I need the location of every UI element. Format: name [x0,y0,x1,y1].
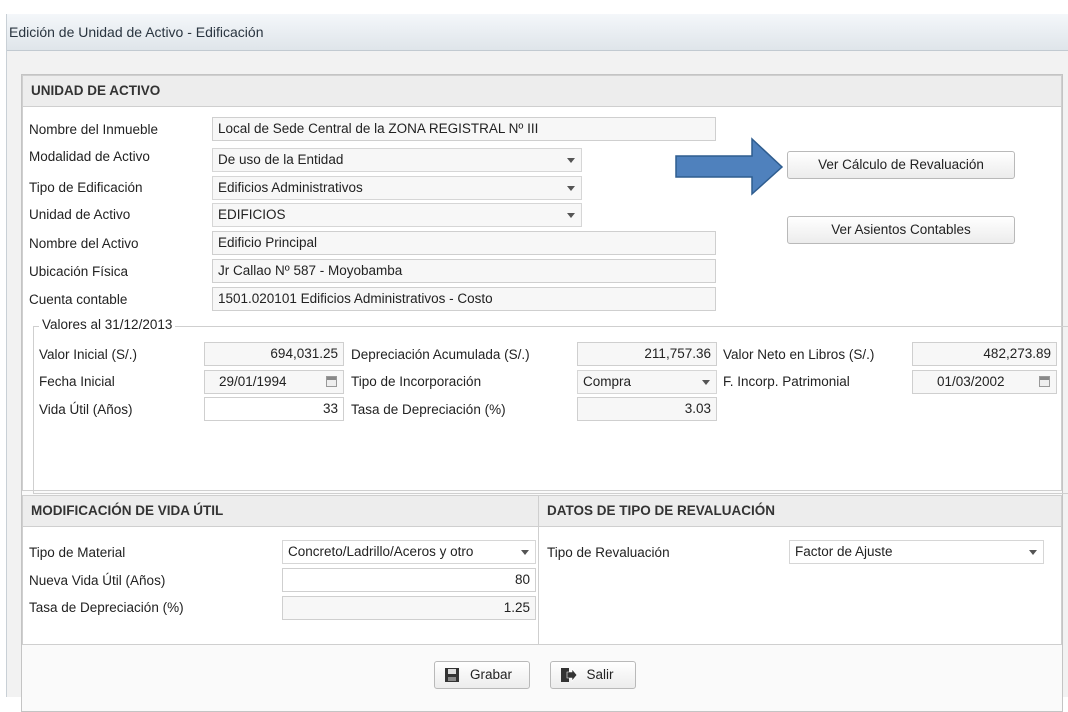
f-incorp-label: F. Incorp. Patrimonial [723,374,850,389]
unidad-activo-section: UNIDAD DE ACTIVO Nombre del Inmueble Loc… [22,75,1068,494]
chevron-down-icon [521,550,529,555]
chevron-down-icon [567,186,575,191]
modalidad-select[interactable]: De uso de la Entidad [212,148,582,172]
grabar-label: Grabar [469,667,513,682]
tipo-revaluacion-label: Tipo de Revaluación [547,545,670,560]
revaluacion-header: DATOS DE TIPO DE REVALUACIÓN [539,496,1061,527]
calendar-icon[interactable] [326,376,337,387]
calendar-icon[interactable] [1039,376,1050,387]
chevron-down-icon [1029,550,1037,555]
valor-neto-field[interactable]: 482,273.89 [912,342,1057,366]
save-icon [445,668,459,682]
arrow-shape [675,137,784,196]
unidad-activo-select[interactable]: EDIFICIOS [212,203,582,227]
cuenta-label: Cuenta contable [29,292,128,307]
tipo-revaluacion-section: DATOS DE TIPO DE REVALUACIÓN Tipo de Rev… [538,495,1062,645]
tasa-dep-field[interactable]: 3.03 [577,397,717,421]
tipo-edificacion-select[interactable]: Edificios Administrativos [212,176,582,200]
tipo-revaluacion-select[interactable]: Factor de Ajuste [789,540,1044,564]
chevron-down-icon [567,213,575,218]
tasa-dep-label: Tasa de Depreciación (%) [351,402,506,417]
valor-neto-label: Valor Neto en Libros (S/.) [723,347,875,362]
nombre-inmueble-field[interactable]: Local de Sede Central de la ZONA REGISTR… [212,117,716,141]
ubicacion-field[interactable]: Jr Callao Nº 587 - Moyobamba [212,259,716,283]
unidad-activo-header: UNIDAD DE ACTIVO [23,76,1061,107]
tipo-edificacion-label: Tipo de Edificación [29,180,143,195]
tipo-material-select[interactable]: Concreto/Ladrillo/Aceros y otro [282,540,536,564]
nombre-inmueble-label: Nombre del Inmueble [29,122,159,137]
window-title: Edición de Unidad de Activo - Edificació… [9,24,264,40]
f-incorp-field[interactable]: 01/03/2002 [912,370,1057,394]
arrow-right-icon [675,137,784,196]
nombre-activo-label: Nombre del Activo [29,236,139,251]
modificacion-header: MODIFICACIÓN DE VIDA ÚTIL [23,496,539,527]
fecha-inicial-field[interactable]: 29/01/1994 [204,370,344,394]
edit-window: Edición de Unidad de Activo - Edificació… [6,14,1068,712]
main-panel: UNIDAD DE ACTIVO Nombre del Inmueble Loc… [21,74,1068,712]
nueva-vida-label: Nueva Vida Útil (Años) [29,573,166,588]
unidad-activo-label: Unidad de Activo [29,207,131,222]
chevron-down-icon [567,158,575,163]
window-titlebar: Edición de Unidad de Activo - Edificació… [7,14,1068,51]
vida-util-label: Vida Útil (Años) [39,402,133,417]
valor-inicial-field[interactable]: 694,031.25 [204,342,344,366]
salir-label: Salir [586,667,614,682]
exit-icon [561,668,577,682]
tasa-modificada-label: Tasa de Depreciación (%) [29,600,184,615]
dep-acumulada-label: Depreciación Acumulada (S/.) [351,347,530,362]
vida-util-field[interactable]: 33 [204,397,344,421]
tipo-incorp-select[interactable]: Compra [577,370,717,394]
modificacion-vida-util-section: MODIFICACIÓN DE VIDA ÚTIL Tipo de Materi… [22,495,540,645]
chevron-down-icon [702,380,710,385]
ver-asientos-contables-button[interactable]: Ver Asientos Contables [787,216,1015,244]
ver-calculo-revaluacion-button[interactable]: Ver Cálculo de Revaluación [787,151,1015,179]
tipo-material-label: Tipo de Material [29,545,126,560]
valores-legend: Valores al 31/12/2013 [39,317,176,332]
modalidad-label: Modalidad de Activo [29,149,150,164]
grabar-button[interactable]: Grabar [434,661,530,689]
tasa-modificada-field[interactable]: 1.25 [282,596,536,620]
nueva-vida-field[interactable]: 80 [282,568,536,592]
nombre-activo-field[interactable]: Edificio Principal [212,231,716,255]
dep-acumulada-field[interactable]: 211,757.36 [577,342,717,366]
ubicacion-label: Ubicación Física [29,264,129,279]
tipo-incorp-label: Tipo de Incorporación [351,374,482,389]
cuenta-field[interactable]: 1501.020101 Edificios Administrativos - … [212,287,716,311]
fecha-inicial-label: Fecha Inicial [39,374,115,389]
salir-button[interactable]: Salir [550,661,636,689]
valor-inicial-label: Valor Inicial (S/.) [39,347,138,362]
